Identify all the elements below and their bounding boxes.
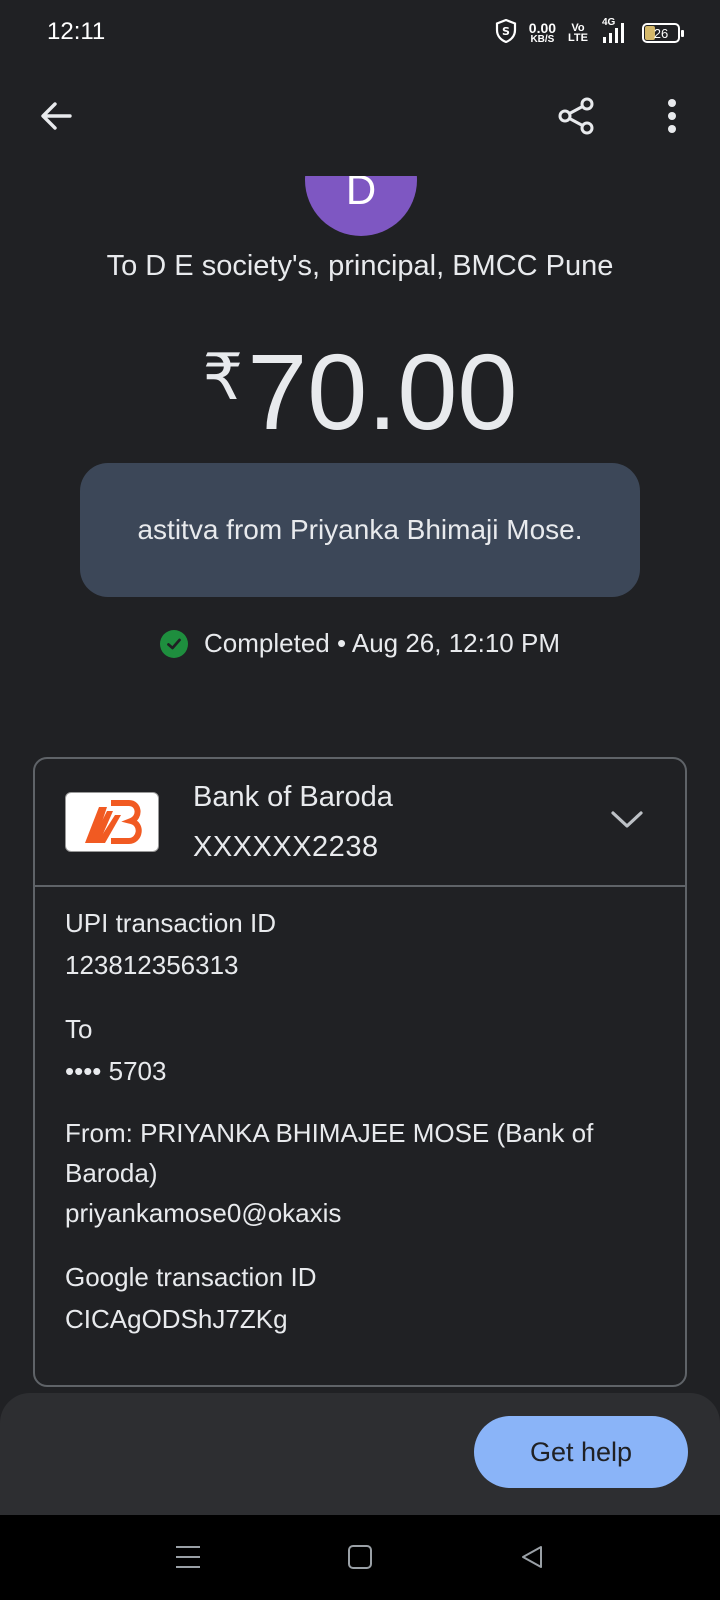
square-icon	[347, 1544, 373, 1575]
home-button[interactable]	[338, 1537, 382, 1581]
triangle-back-icon	[519, 1544, 545, 1575]
system-nav-bar	[0, 1515, 720, 1600]
network-speed: 0.00 KB/S	[528, 19, 557, 45]
to-value: •••• 5703	[65, 1056, 167, 1086]
back-nav-button[interactable]	[510, 1537, 554, 1581]
arrow-left-icon	[38, 98, 74, 139]
status-time: 12:11	[47, 18, 106, 45]
back-button[interactable]	[26, 88, 86, 148]
recent-apps-button[interactable]	[166, 1537, 210, 1581]
payee-avatar: D	[305, 176, 417, 236]
from-upi-id: priyankamose0@okaxis	[65, 1198, 342, 1228]
expand-button[interactable]	[605, 799, 649, 843]
bottom-action-sheet: Get help	[0, 1393, 720, 1515]
chevron-down-icon	[609, 807, 645, 836]
bank-name: Bank of Baroda	[193, 781, 393, 813]
status-bar: 12:11 S 0.00 KB/S Vo LTE 4G 26	[0, 0, 720, 64]
upi-transaction-id-label: UPI transaction ID	[65, 908, 276, 938]
more-vert-icon	[666, 98, 678, 139]
to-label: To	[65, 1014, 93, 1044]
check-circle-icon	[160, 629, 188, 658]
transaction-details-card: Bank of Baroda XXXXXX2238 UPI transactio…	[33, 757, 687, 1387]
payment-note: astitva from Priyanka Bhimaji Mose.	[80, 463, 640, 597]
get-help-button[interactable]: Get help	[474, 1416, 688, 1488]
google-transaction-id-label: Google transaction ID	[65, 1262, 317, 1292]
security-shield-icon: S	[495, 18, 517, 48]
amount-value: 70.00	[247, 331, 518, 452]
payee-title: To D E society's, principal, BMCC Pune	[106, 250, 614, 282]
upi-transaction-id-value: 123812356313	[65, 950, 239, 980]
transaction-status: Completed • Aug 26, 12:10 PM	[0, 628, 720, 659]
battery-icon: 26	[642, 23, 684, 43]
status-text: Completed • Aug 26, 12:10 PM	[204, 628, 560, 658]
svg-text:S: S	[502, 25, 510, 38]
from-label: From: PRIYANKA BHIMAJEE MOSE (Bank of Ba…	[65, 1118, 594, 1188]
bank-of-baroda-logo	[65, 792, 159, 852]
share-icon	[556, 96, 596, 141]
share-button[interactable]	[546, 88, 606, 148]
signal-icon: 4G	[600, 17, 630, 45]
more-options-button[interactable]	[642, 88, 702, 148]
bank-account-row[interactable]: Bank of Baroda XXXXXX2238	[35, 759, 685, 887]
payment-amount: ₹70.00	[0, 322, 720, 447]
menu-lines-icon	[174, 1544, 202, 1575]
status-icons: S 0.00 KB/S Vo LTE 4G 26	[495, 17, 684, 48]
google-transaction-id-value: CICAgODShJ7ZKg	[65, 1304, 288, 1334]
bank-account-number: XXXXXX2238	[193, 831, 379, 863]
volte-indicator: Vo LTE	[568, 22, 588, 44]
currency-symbol: ₹	[202, 341, 244, 413]
avatar-container: D	[0, 176, 720, 236]
